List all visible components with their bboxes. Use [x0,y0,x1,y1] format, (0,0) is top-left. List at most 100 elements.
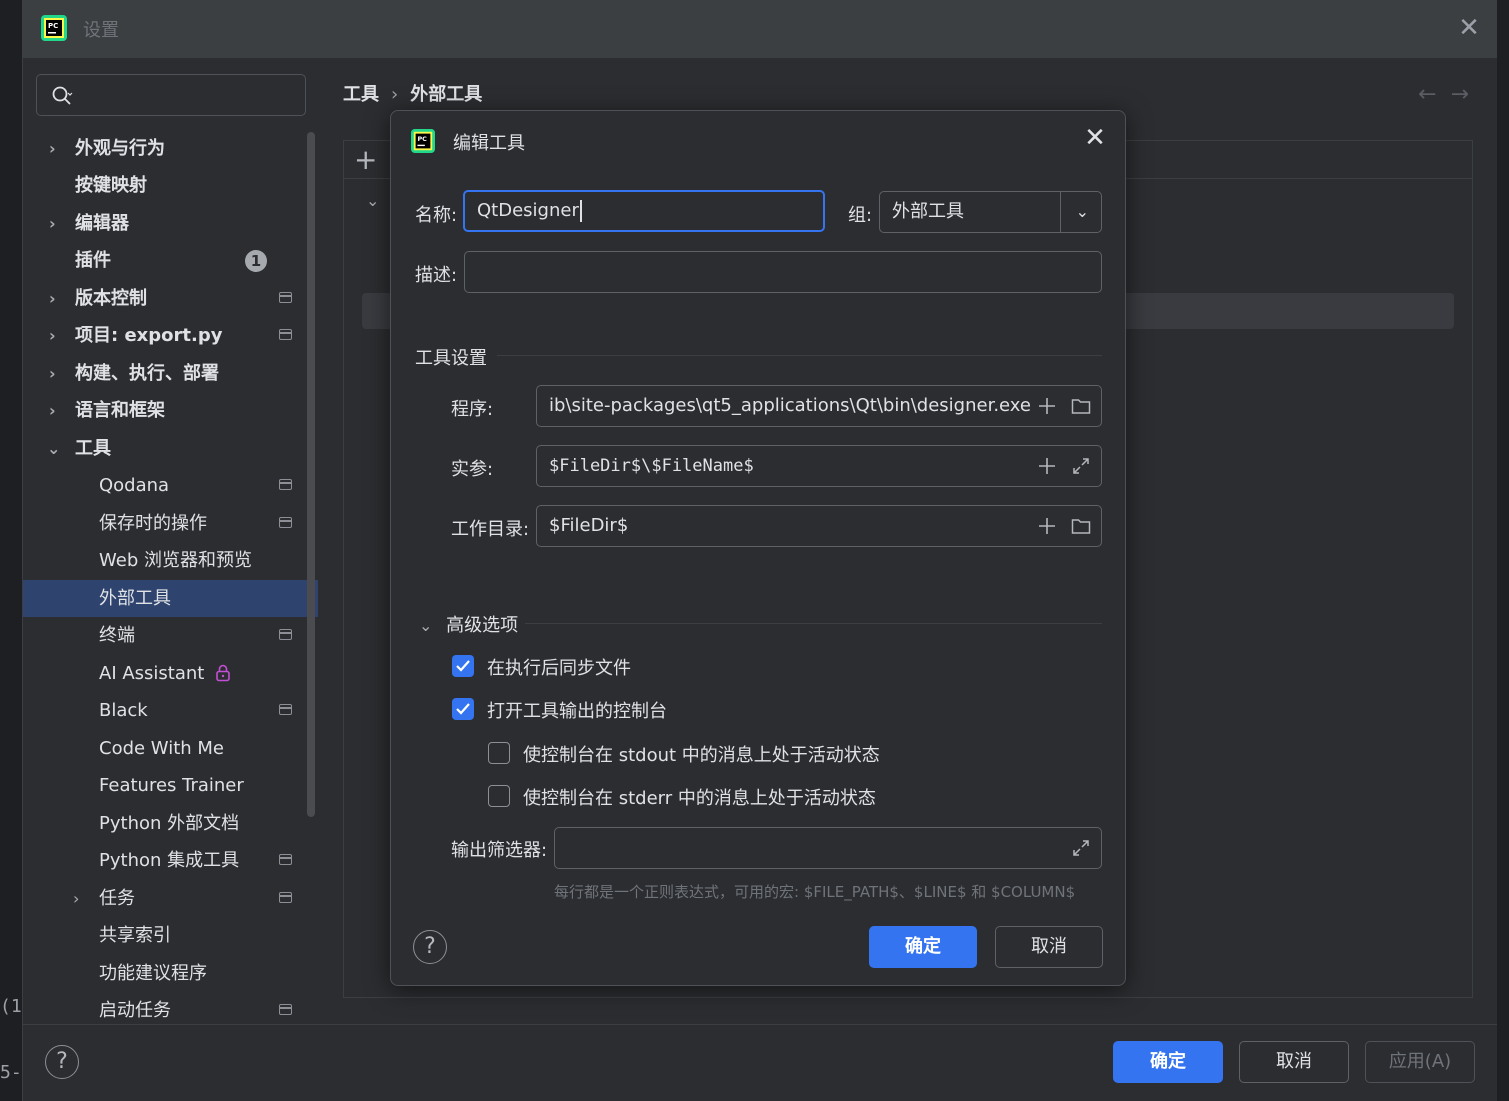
chevron-right-icon: › [49,214,56,233]
advanced-options-toggle[interactable]: ⌄ 高级选项 [419,611,518,637]
chevron-down-icon[interactable]: ⌄ [366,191,379,210]
back-arrow-icon[interactable]: ← [1418,82,1450,107]
chevron-right-icon: › [49,139,56,158]
tree-item-keymap[interactable]: 按键映射 [23,167,318,204]
title-bar: PC 设置 ✕ [23,0,1497,58]
expand-icon[interactable] [1071,838,1091,858]
sync-files-label: 在执行后同步文件 [487,658,631,679]
tree-item-python-docs[interactable]: Python 外部文档 [23,805,318,842]
sync-files-checkbox[interactable] [452,655,474,677]
name-input[interactable]: QtDesigner [463,190,825,232]
breadcrumb-parent[interactable]: 工具 [343,84,379,105]
tree-item-plugins[interactable]: 插件 1 [23,242,318,279]
tool-settings-title: 工具设置 [415,348,487,369]
tree-item-build[interactable]: › 构建、执行、部署 [23,355,318,392]
tree-scrollbar[interactable] [307,132,315,817]
tree-item-vcs[interactable]: › 版本控制 [23,280,318,317]
checkmark-icon [456,660,470,672]
stderr-activate-label: 使控制台在 stderr 中的消息上处于活动状态 [523,788,876,809]
dialog-help-button[interactable]: ? [413,930,447,964]
insert-macro-plus-icon[interactable] [1037,396,1057,416]
expand-icon[interactable] [1071,456,1091,476]
description-input[interactable] [464,251,1102,293]
tree-item-project[interactable]: › 项目: export.py [23,317,318,354]
tree-item-editor[interactable]: › 编辑器 [23,205,318,242]
dialog-close-icon[interactable]: ✕ [1081,123,1109,153]
folder-icon[interactable] [1071,516,1091,536]
tree-item-python-integrated-tools[interactable]: Python 集成工具 [23,842,318,879]
dialog-cancel-button[interactable]: 取消 [995,926,1103,968]
breadcrumb-separator: › [391,84,399,105]
tree-item-shared-indexes[interactable]: 共享索引 [23,917,318,954]
group-combobox[interactable]: 外部工具 ⌄ [879,191,1102,233]
dialog-ok-button[interactable]: 确定 [869,926,977,968]
program-input[interactable]: ib\site-packages\qt5_applications\Qt\bin… [536,385,1102,427]
arguments-input-value: $FileDir$\$FileName$ [549,456,754,476]
help-button[interactable]: ? [45,1045,79,1079]
ok-button[interactable]: 确定 [1113,1041,1223,1083]
apply-button[interactable]: 应用(A) [1365,1041,1475,1083]
tree-item-qodana[interactable]: Qodana [23,467,318,504]
chevron-down-icon: ⌄ [47,439,61,458]
folder-icon[interactable] [1071,396,1091,416]
tree-item-tools[interactable]: ⌄ 工具 [23,430,318,467]
open-console-checkbox[interactable] [452,698,474,720]
open-console-label: 打开工具输出的控制台 [487,701,667,722]
forward-arrow-icon[interactable]: → [1451,82,1483,107]
tree-item-languages[interactable]: › 语言和框架 [23,392,318,429]
stderr-activate-checkbox[interactable] [488,785,510,807]
project-scope-icon [279,854,292,865]
name-input-value: QtDesigner [477,200,579,221]
chevron-down-icon: ⌄ [419,616,433,635]
text-caret [579,200,582,222]
group-label: 组: [848,205,873,226]
cancel-button[interactable]: 取消 [1239,1041,1349,1083]
tree-item-tasks[interactable]: › 任务 [23,880,318,917]
tree-item-startup-tasks[interactable]: 启动任务 [23,992,318,1025]
project-scope-icon [279,1004,292,1015]
settings-tree: › 外观与行为 按键映射 › 编辑器 插件 1 › 版本控制 › 项目: exp… [23,130,318,1025]
tree-item-appearance[interactable]: › 外观与行为 [23,130,318,167]
description-label: 描述: [415,265,458,286]
tree-item-features-trainer[interactable]: Features Trainer [23,767,318,804]
tree-item-code-with-me[interactable]: Code With Me [23,730,318,767]
tree-item-feature-suggester[interactable]: 功能建议程序 [23,955,318,992]
working-directory-input[interactable]: $FileDir$ [536,505,1102,547]
stdout-activate-label: 使控制台在 stdout 中的消息上处于活动状态 [523,745,880,766]
nav-arrows: ←→ [1418,82,1483,107]
advanced-options-title: 高级选项 [446,615,519,636]
section-divider [497,355,1102,356]
window-close-icon[interactable]: ✕ [1455,14,1483,42]
tree-item-ai-assistant[interactable]: AI Assistant [23,655,318,692]
project-scope-icon [279,329,292,340]
output-filters-input[interactable] [554,827,1102,869]
project-scope-icon [279,292,292,303]
group-combobox-value: 外部工具 [892,201,964,222]
search-icon [52,86,73,105]
arguments-input[interactable]: $FileDir$\$FileName$ [536,445,1102,487]
tree-item-black[interactable]: Black [23,692,318,729]
project-scope-icon [279,704,292,715]
insert-macro-plus-icon[interactable] [1037,456,1057,476]
working-directory-label: 工作目录: [451,519,530,540]
settings-search-input[interactable] [36,74,306,116]
chevron-down-icon[interactable]: ⌄ [1076,192,1089,232]
stdout-activate-checkbox[interactable] [488,742,510,764]
tree-item-terminal[interactable]: 终端 [23,617,318,654]
section-divider [525,623,1102,624]
arguments-label: 实参: [451,459,494,480]
project-scope-icon [279,517,292,528]
insert-macro-plus-icon[interactable] [1037,516,1057,536]
project-scope-icon [279,629,292,640]
tree-item-actions-on-save[interactable]: 保存时的操作 [23,505,318,542]
background-edge-text: (1 [0,996,22,1017]
tree-item-web-browsers[interactable]: Web 浏览器和预览 [23,542,318,579]
chevron-right-icon: › [49,289,56,308]
program-label: 程序: [451,399,494,420]
breadcrumb: 工具 › 外部工具 [343,80,482,106]
project-scope-icon [279,892,292,903]
add-tool-icon[interactable]: + [354,143,377,176]
name-label: 名称: [415,205,458,226]
working-directory-value: $FileDir$ [549,515,629,536]
tree-item-external-tools[interactable]: 外部工具 [23,580,318,617]
